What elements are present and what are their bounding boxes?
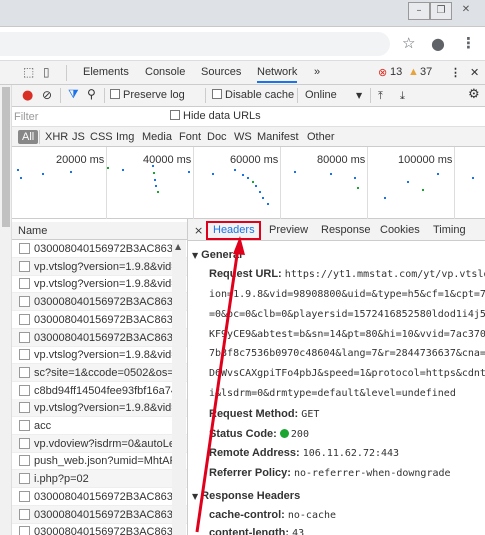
annotation-arrow-head (233, 236, 245, 255)
annotation-arrow (195, 236, 245, 533)
annotation-arrow-shaft (195, 247, 240, 533)
